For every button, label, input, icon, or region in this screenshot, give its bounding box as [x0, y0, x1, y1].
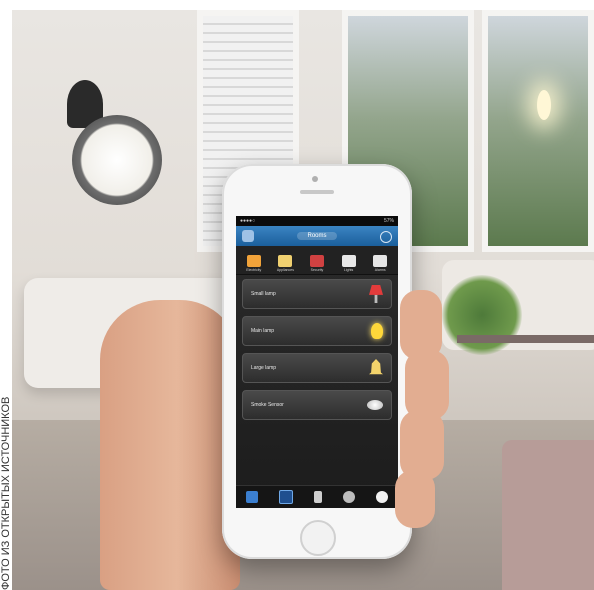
spotlight-floor-lamp [72, 115, 162, 205]
category-security[interactable]: Security [303, 255, 331, 272]
appliances-icon [278, 255, 293, 267]
device-list: Small lamp Main lamp Large lamp Smoke Se… [236, 275, 398, 431]
category-electricity[interactable]: Electricity [240, 255, 268, 272]
window-forest-view-right [482, 10, 594, 252]
device-large-lamp[interactable]: Large lamp [242, 353, 392, 383]
coffee-table [457, 335, 594, 343]
category-alarms[interactable]: Alarms [366, 255, 394, 272]
earpiece-speaker [300, 190, 334, 194]
refresh-icon[interactable] [380, 231, 392, 243]
lights-icon [341, 255, 356, 267]
battery-indicator: 57% [383, 218, 394, 224]
settings-tab-icon[interactable] [342, 491, 355, 503]
device-smoke-sensor[interactable]: Smoke Sensor [242, 390, 392, 420]
category-lights[interactable]: Lights [335, 255, 363, 272]
devices-tab-icon[interactable] [313, 491, 322, 503]
device-label: Main lamp [251, 328, 275, 334]
hand-palm [100, 300, 240, 590]
smoke-sensor-icon[interactable] [367, 400, 383, 410]
device-small-lamp[interactable]: Small lamp [242, 279, 392, 309]
add-tab-icon[interactable] [375, 491, 388, 503]
tab-bar [236, 485, 398, 508]
category-bar: Electricity Appliances Security Lights A… [236, 246, 398, 275]
rooms-tab-icon[interactable] [279, 490, 294, 504]
pink-ottoman [502, 440, 594, 590]
lamp-icon[interactable] [369, 285, 383, 303]
category-appliances[interactable]: Appliances [271, 255, 299, 272]
phone-screen: ●●●●○ 57% Rooms Electricity Appliances S… [236, 216, 398, 508]
potted-plant [442, 275, 522, 355]
device-label: Large lamp [251, 365, 277, 371]
front-camera-icon [312, 176, 318, 182]
device-main-lamp[interactable]: Main lamp [242, 316, 392, 346]
home-icon[interactable] [242, 230, 254, 242]
finger [400, 410, 444, 480]
app-title-bar: Rooms [236, 226, 398, 246]
security-icon [309, 255, 324, 267]
bulb-icon[interactable] [371, 323, 383, 339]
finger [395, 470, 435, 528]
glowing-pendant-bulb [537, 90, 551, 120]
device-label: Smoke Sensor [251, 402, 284, 408]
signal-indicator: ●●●●○ [240, 218, 256, 224]
home-tab-icon[interactable] [246, 491, 259, 503]
photo-credit-caption: ФОТО ИЗ ОТКРЫТЫХ ИСТОЧНИКОВ [0, 300, 12, 590]
status-bar: ●●●●○ 57% [236, 216, 398, 226]
device-label: Small lamp [251, 291, 276, 297]
photo-credit-text: ФОТО ИЗ ОТКРЫТЫХ ИСТОЧНИКОВ [0, 396, 12, 590]
electricity-icon [246, 255, 261, 267]
app-title: Rooms [297, 232, 337, 240]
bell-lamp-icon[interactable] [369, 359, 383, 375]
smartphone: ●●●●○ 57% Rooms Electricity Appliances S… [222, 164, 412, 559]
alarms-icon [373, 255, 388, 267]
home-button[interactable] [300, 520, 336, 556]
